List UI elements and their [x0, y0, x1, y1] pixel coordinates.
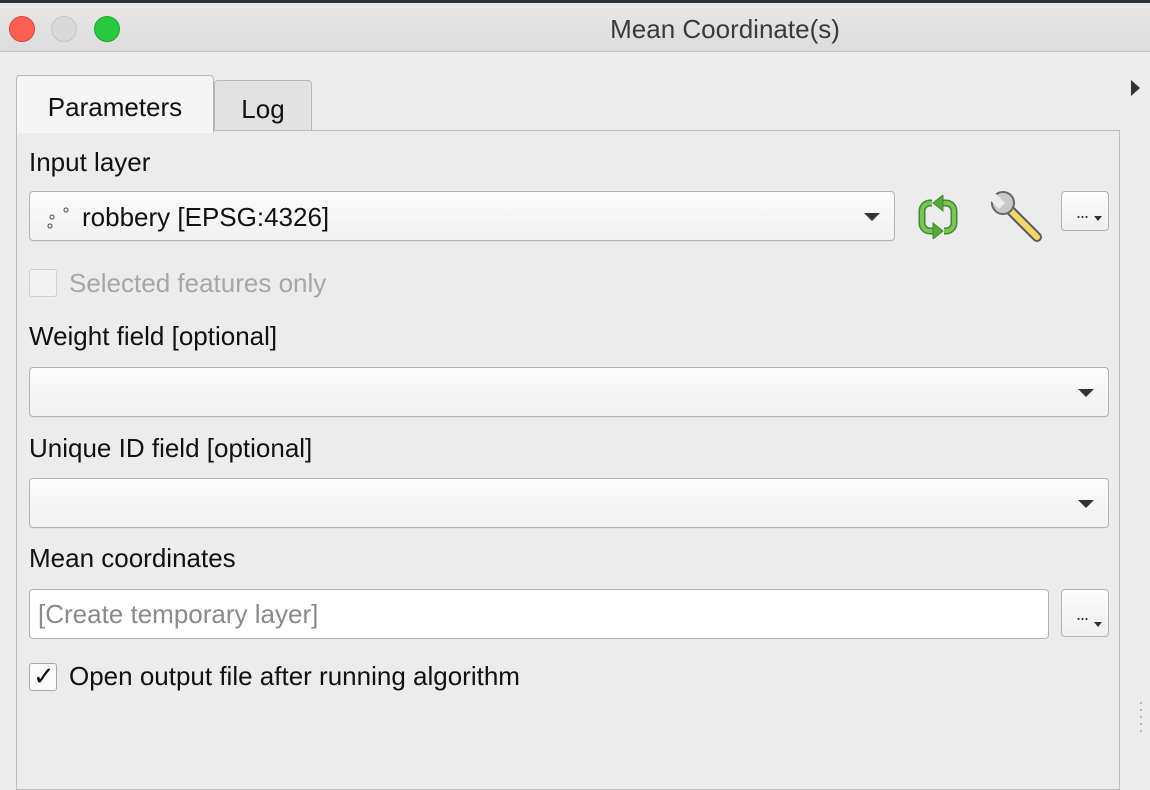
input-layer-label: Input layer	[29, 147, 151, 177]
output-path-input[interactable]	[30, 590, 1048, 638]
chevron-down-icon	[1078, 389, 1094, 397]
splitter-grip-icon[interactable]	[1139, 700, 1143, 736]
unique-id-field-combo[interactable]	[29, 478, 1109, 528]
caret-down-icon	[1094, 622, 1102, 627]
checkmark-icon: ✓	[33, 661, 55, 691]
input-layer-combo[interactable]: robbery [EPSG:4326]	[29, 191, 895, 241]
chevron-down-icon	[864, 213, 880, 221]
point-layer-icon	[47, 207, 69, 229]
chevron-down-icon	[1078, 500, 1094, 508]
weight-field-combo[interactable]	[29, 367, 1109, 417]
collapse-panel-arrow-icon[interactable]	[1131, 80, 1140, 96]
more-label: ...	[1076, 604, 1089, 624]
mean-coordinates-output-field[interactable]	[29, 589, 1049, 639]
input-layer-value: robbery [EPSG:4326]	[82, 202, 330, 232]
mean-coordinates-label: Mean coordinates	[29, 543, 236, 573]
more-label: ...	[1076, 202, 1089, 222]
selected-features-checkbox[interactable]	[29, 269, 57, 297]
wrench-icon[interactable]	[987, 189, 1045, 245]
open-output-checkbox[interactable]: ✓	[29, 661, 57, 691]
input-layer-more-button[interactable]: ...	[1061, 191, 1109, 231]
parameters-panel: Input layer robbery [EPSG:4326] ... Sele…	[16, 130, 1120, 790]
selected-features-label: Selected features only	[69, 268, 327, 298]
unique-id-field-label: Unique ID field [optional]	[29, 433, 313, 463]
output-more-button[interactable]: ...	[1061, 589, 1109, 637]
window-title: Mean Coordinate(s)	[610, 14, 840, 44]
tab-log[interactable]: Log	[214, 80, 312, 130]
iterate-over-features-icon[interactable]	[913, 195, 963, 239]
title-bar: Mean Coordinate(s)	[0, 0, 1150, 52]
caret-down-icon	[1094, 216, 1102, 221]
open-output-label: Open output file after running algorithm	[69, 661, 520, 691]
tab-parameters[interactable]: Parameters	[16, 75, 214, 133]
weight-field-label: Weight field [optional]	[29, 321, 278, 351]
